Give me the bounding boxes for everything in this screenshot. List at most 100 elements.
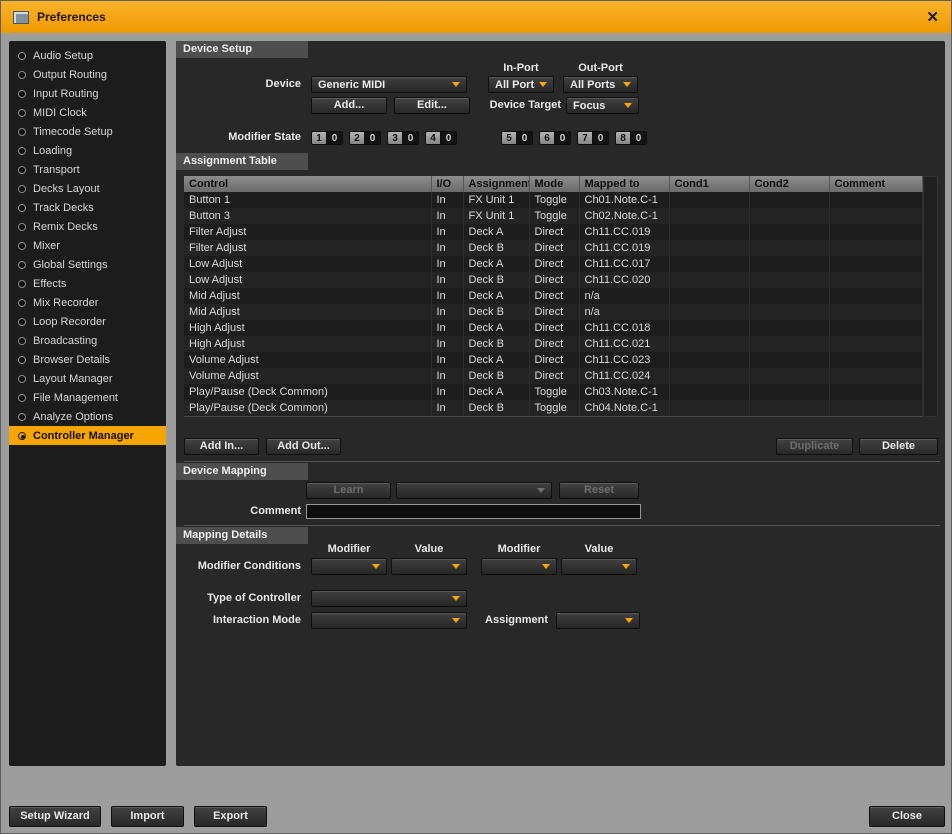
assignment-label: Assignment (485, 614, 548, 626)
import-button[interactable]: Import (111, 806, 184, 827)
export-button[interactable]: Export (194, 806, 267, 827)
table-row[interactable]: Volume Adjust In Deck B Direct Ch11.CC.0… (184, 368, 923, 384)
sidebar-item-input-routing[interactable]: Input Routing (9, 84, 166, 103)
interaction-mode-select[interactable] (311, 612, 467, 629)
table-row[interactable]: Button 1 In FX Unit 1 Toggle Ch01.Note.C… (184, 192, 923, 208)
radio-icon (18, 203, 26, 212)
sidebar-item-loading[interactable]: Loading (9, 141, 166, 160)
column-header: Cond1 (669, 176, 750, 192)
sidebar-item-remix-decks[interactable]: Remix Decks (9, 217, 166, 236)
learn-button[interactable]: Learn (306, 482, 391, 499)
sidebar-item-browser-details[interactable]: Browser Details (9, 350, 166, 369)
sidebar-item-mix-recorder[interactable]: Mix Recorder (9, 293, 166, 312)
radio-icon (18, 184, 26, 193)
value-1-select[interactable] (391, 558, 467, 575)
table-row[interactable]: Button 3 In FX Unit 1 Toggle Ch02.Note.C… (184, 208, 923, 224)
type-of-controller-label: Type of Controller (207, 592, 301, 604)
modifier-state-label: Modifier State (228, 131, 301, 143)
table-scrollbar[interactable] (923, 176, 938, 417)
sidebar-item-analyze-options[interactable]: Analyze Options (9, 407, 166, 426)
assignment-table-header: Control I/O Assignment Mode Mapped to Cond1 Co… (184, 176, 923, 192)
in-port-label: In-Port (503, 62, 539, 74)
sidebar-item-audio-setup[interactable]: Audio Setup (9, 46, 166, 65)
sidebar: Audio Setup Output Routing Input Routing… (9, 41, 166, 766)
column-header: Assignment (463, 176, 530, 192)
table-row[interactable]: High Adjust In Deck B Direct Ch11.CC.021 (184, 336, 923, 352)
radio-icon (18, 165, 26, 174)
out-port-select[interactable]: All Ports (563, 76, 638, 93)
radio-icon (18, 89, 26, 98)
sidebar-item-loop-recorder[interactable]: Loop Recorder (9, 312, 166, 331)
sidebar-item-controller-manager[interactable]: Controller Manager (9, 426, 166, 445)
sidebar-item-file-management[interactable]: File Management (9, 388, 166, 407)
chevron-down-icon (622, 564, 630, 569)
sidebar-item-midi-clock[interactable]: MIDI Clock (9, 103, 166, 122)
device-target-select[interactable]: Focus (566, 97, 639, 114)
sidebar-item-broadcasting[interactable]: Broadcasting (9, 331, 166, 350)
duplicate-button[interactable]: Duplicate (776, 438, 853, 455)
radio-icon (18, 241, 26, 250)
modifier-1-select[interactable] (311, 558, 387, 575)
assignment-select[interactable] (556, 612, 640, 629)
mapping-select[interactable] (396, 482, 552, 499)
table-row[interactable]: Filter Adjust In Deck A Direct Ch11.CC.0… (184, 224, 923, 240)
chevron-down-icon (625, 618, 633, 623)
modifier-indicator: 3 0 (387, 131, 419, 145)
device-label: Device (265, 78, 301, 90)
type-of-controller-select[interactable] (311, 590, 467, 607)
table-row[interactable]: Low Adjust In Deck A Direct Ch11.CC.017 (184, 256, 923, 272)
section-device-setup: Device Setup (176, 41, 308, 58)
table-row[interactable]: Filter Adjust In Deck B Direct Ch11.CC.0… (184, 240, 923, 256)
sidebar-item-global-settings[interactable]: Global Settings (9, 255, 166, 274)
sidebar-item-decks-layout[interactable]: Decks Layout (9, 179, 166, 198)
sidebar-item-timecode-setup[interactable]: Timecode Setup (9, 122, 166, 141)
chevron-down-icon (539, 82, 547, 87)
table-row[interactable]: High Adjust In Deck A Direct Ch11.CC.018 (184, 320, 923, 336)
table-row[interactable]: Low Adjust In Deck B Direct Ch11.CC.020 (184, 272, 923, 288)
assignment-table-body: Button 1 In FX Unit 1 Toggle Ch01.Note.C… (184, 192, 923, 416)
sidebar-item-output-routing[interactable]: Output Routing (9, 65, 166, 84)
radio-icon (18, 260, 26, 269)
table-row[interactable]: Play/Pause (Deck Common) In Deck B Toggl… (184, 400, 923, 416)
radio-icon (18, 336, 26, 345)
value-2-select[interactable] (561, 558, 637, 575)
table-row[interactable]: Mid Adjust In Deck B Direct n/a (184, 304, 923, 320)
titlebar: Preferences ✕ (1, 1, 951, 33)
table-row[interactable]: Volume Adjust In Deck A Direct Ch11.CC.0… (184, 352, 923, 368)
close-button[interactable]: Close (869, 806, 945, 827)
in-port-select[interactable]: All Ports (488, 76, 554, 93)
modifier-state-row: 1 0 2 0 3 0 4 0 5 0 6 0 7 0 8 0 (311, 131, 653, 145)
reset-button[interactable]: Reset (559, 482, 639, 499)
sidebar-item-track-decks[interactable]: Track Decks (9, 198, 166, 217)
modifier-col-label-1: Modifier (327, 543, 371, 555)
main-panel: Device Setup In-Port Out-Port Device Gen… (176, 41, 945, 766)
section-mapping-details: Mapping Details (176, 527, 308, 544)
value-col-label-2: Value (584, 543, 614, 555)
device-select[interactable]: Generic MIDI (311, 76, 467, 93)
sidebar-item-mixer[interactable]: Mixer (9, 236, 166, 255)
setup-wizard-button[interactable]: Setup Wizard (9, 806, 101, 827)
add-in-button[interactable]: Add In... (184, 438, 259, 455)
chevron-down-icon (542, 564, 550, 569)
column-header: Control (184, 176, 432, 192)
sidebar-item-effects[interactable]: Effects (9, 274, 166, 293)
modifier-2-select[interactable] (481, 558, 557, 575)
column-header: I/O (431, 176, 464, 192)
close-icon[interactable]: ✕ (926, 10, 939, 25)
sidebar-item-layout-manager[interactable]: Layout Manager (9, 369, 166, 388)
column-header: Comment (829, 176, 923, 192)
add-device-button[interactable]: Add... (311, 97, 387, 114)
table-row[interactable]: Mid Adjust In Deck A Direct n/a (184, 288, 923, 304)
delete-button[interactable]: Delete (859, 438, 938, 455)
chevron-down-icon (623, 82, 631, 87)
separator (184, 525, 940, 526)
sidebar-item-transport[interactable]: Transport (9, 160, 166, 179)
preferences-window: Preferences ✕ Audio Setup Output Routing… (0, 0, 952, 834)
modifier-indicator: 1 0 (311, 131, 343, 145)
comment-input[interactable] (306, 504, 641, 519)
column-header: Mapped to (579, 176, 670, 192)
table-row[interactable]: Play/Pause (Deck Common) In Deck A Toggl… (184, 384, 923, 400)
radio-icon (18, 127, 26, 136)
add-out-button[interactable]: Add Out... (266, 438, 341, 455)
comment-label: Comment (250, 505, 301, 517)
